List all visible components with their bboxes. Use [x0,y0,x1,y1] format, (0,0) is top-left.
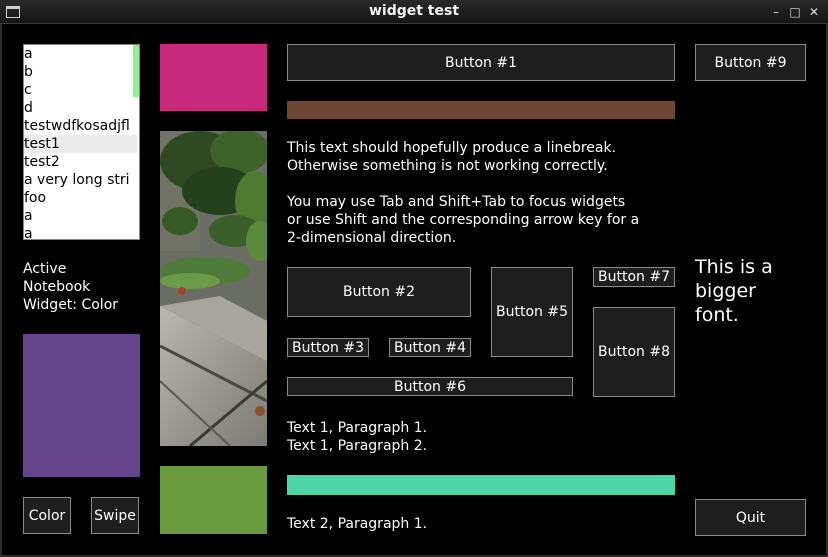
minimize-icon[interactable]: – [769,5,783,19]
maximize-icon[interactable]: □ [788,5,802,19]
list-item[interactable]: foo [24,189,137,207]
button-9[interactable]: Button #9 [695,44,806,81]
para1-line2: Otherwise something is not working corre… [287,158,608,174]
text1-paragraph2: Text 1, Paragraph 2. [287,438,428,454]
status-notebook-label: Notebook [23,279,91,295]
button-2[interactable]: Button #2 [287,267,471,317]
list-item[interactable]: d [24,99,137,117]
brown-color-bar [287,101,675,119]
list-item[interactable]: a very long stri [24,171,137,189]
list-item[interactable]: testwdfkosadjfl [24,117,137,135]
swipe-button[interactable]: Swipe [91,497,139,534]
button-6[interactable]: Button #6 [287,377,573,396]
big-text-line1: This is a [695,256,773,278]
teal-color-bar [287,475,675,495]
para2-line2: or use Shift and the corresponding arrow… [287,212,640,228]
list-box[interactable]: a b c d testwdfkosadjfl test1 test2 a very long… [23,44,140,240]
list-item[interactable]: b [24,63,137,81]
text1-paragraph1: Text 1, Paragraph 1. [287,420,428,436]
big-text-line3: font. [695,304,739,326]
color-preview-panel [23,334,140,477]
list-item[interactable]: test1 [24,135,137,153]
quit-button[interactable]: Quit [695,499,806,536]
close-icon[interactable]: ✕ [807,5,821,19]
button-1[interactable]: Button #1 [287,44,675,81]
green-swatch [160,466,267,534]
para2-line1: You may use Tab and Shift+Tab to focus w… [287,194,626,210]
button-5[interactable]: Button #5 [491,267,573,357]
list-item[interactable]: a [24,207,137,225]
list-item[interactable]: c [24,81,137,99]
color-button[interactable]: Color [23,497,71,534]
button-4[interactable]: Button #4 [389,338,471,357]
big-text-line2: bigger [695,280,756,302]
list-scrollbar-thumb[interactable] [133,45,139,97]
list-items: a b c d testwdfkosadjfl test1 test2 a very long… [24,45,139,239]
window-title: widget test [368,3,460,19]
garden-photo [160,131,267,446]
list-item[interactable]: a [24,225,137,239]
status-widget-label: Widget: Color [23,297,119,313]
text2-paragraph1: Text 2, Paragraph 1. [287,516,428,532]
button-3[interactable]: Button #3 [287,338,369,357]
magenta-swatch [160,44,267,111]
garden-photo-graphic [160,131,267,446]
para2-line3: 2-dimensional direction. [287,230,457,246]
button-8[interactable]: Button #8 [593,307,675,397]
list-item[interactable]: test2 [24,153,137,171]
para1-line1: This text should hopefully produce a lin… [287,140,617,156]
list-item[interactable]: a [24,45,137,63]
button-7[interactable]: Button #7 [593,267,675,287]
status-active-label: Active [23,261,67,277]
